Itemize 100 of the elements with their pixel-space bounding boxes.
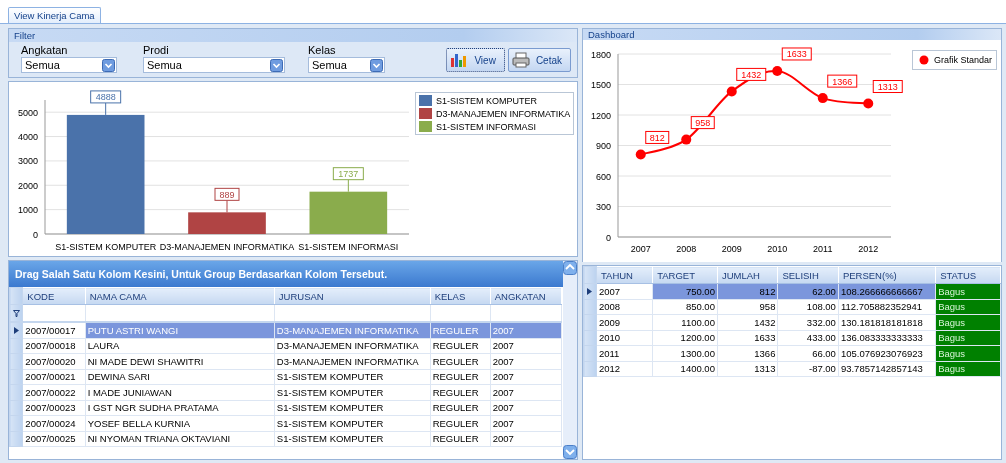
table-row[interactable]: 2007/00017 PUTU ASTRI WANGI D3-MANAJEMEN INFORMATIKA REGULER 2007 [9, 322, 562, 338]
table-cell: 130.181818181818 [838, 314, 936, 330]
column-header[interactable]: KODE [22, 287, 86, 305]
field-label: Kelas [308, 44, 337, 56]
table-cell: DEWINA SARI [85, 369, 275, 385]
chevron-down-icon[interactable] [370, 58, 383, 72]
table-row[interactable]: 2010 1200.00 1633 433.00 136.083333333333 Bagus [583, 330, 1001, 346]
table-cell: REGULER [430, 431, 491, 447]
table-row[interactable]: 2007/00022 I MADE JUNIAWAN S1-SISTEM KOMPUTER REGULER 2007 [9, 384, 562, 400]
row-pointer-icon [587, 287, 593, 295]
table-cell: 136.083333333333 [838, 330, 936, 346]
table-cell: 2007 [490, 384, 562, 400]
data-point [863, 98, 874, 109]
data-label: 958 [695, 118, 711, 129]
column-header[interactable]: KELAS [430, 287, 491, 305]
table-cell: YOSEF BELLA KURNIA [85, 415, 275, 431]
axis-label: S1-SISTEM KOMPUTER [55, 242, 157, 252]
table-cell: 2007/00018 [22, 338, 86, 354]
dropdown-field[interactable]: Semua [308, 57, 385, 73]
table-cell: REGULER [430, 400, 491, 416]
table-row[interactable]: 2007/00025 NI NYOMAN TRIANA OKTAVIANI S1-SISTEM KOMPUTER REGULER 2007 [9, 431, 562, 447]
axis-label: 3000 [17, 156, 38, 167]
table-row[interactable]: 2007 750.00 812 62.00 108.266666666667 Bagus [583, 283, 1001, 299]
data-label: 4888 [90, 90, 122, 116]
table-cell: 850.00 [652, 299, 718, 315]
axis-label: 2010 [767, 244, 788, 254]
view-button[interactable]: View [446, 48, 505, 72]
table-row[interactable]: 2012 1400.00 1313 -87.00 93.7857142857143 Bagus [583, 361, 1001, 377]
table-row[interactable]: 2007/00021 DEWINA SARI S1-SISTEM KOMPUTER REGULER 2007 [9, 369, 562, 385]
tab[interactable]: View Kinerja Cama [8, 7, 101, 23]
column-header[interactable]: TAHUN [596, 266, 653, 284]
table-cell: NI MADE DEWI SHAWITRI [85, 353, 275, 369]
data-label: 1633 [786, 49, 807, 60]
data-label: 889 [219, 189, 235, 200]
data-label: 1432 [736, 67, 767, 81]
table-row[interactable]: 2009 1100.00 1432 332.00 130.181818181818 Bagus [583, 314, 1001, 330]
table-cell: 93.7857142857143 [838, 361, 936, 377]
row-pointer-icon [13, 326, 19, 334]
axis-label: 1500 [590, 80, 611, 90]
field-label: Angkatan [21, 44, 69, 56]
table-row[interactable]: 2007/00020 NI MADE DEWI SHAWITRI D3-MANAJEMEN INFORMATIKA REGULER 2007 [9, 353, 562, 369]
dropdown-field[interactable]: Semua [143, 57, 285, 73]
table-row[interactable]: 2007/00024 YOSEF BELLA KURNIA S1-SISTEM KOMPUTER REGULER 2007 [9, 415, 562, 431]
data-label: 889 [214, 187, 240, 213]
column-header[interactable]: ANGKATAN [490, 287, 562, 305]
table-cell: 2007/00017 [22, 322, 86, 338]
table-cell: 2011 [596, 345, 653, 361]
table-cell: I GST NGR SUDHA PRATAMA [85, 400, 275, 416]
axis-label: 600 [595, 171, 611, 182]
axis-label: 5000 [17, 107, 38, 118]
table-cell: 2007 [490, 369, 562, 385]
axis-label: 1200 [590, 110, 611, 121]
axis-label: 0 [606, 232, 611, 243]
table-cell: S1-SISTEM KOMPUTER [274, 415, 431, 431]
column-header[interactable]: SELISIH [777, 266, 839, 284]
table-row[interactable]: 2007/00023 I GST NGR SUDHA PRATAMA S1-SISTEM KOMPUTER REGULER 2007 [9, 400, 562, 416]
table-cell: 1313 [717, 361, 778, 377]
column-header[interactable]: STATUS [935, 266, 1001, 284]
table-cell: 2007 [490, 353, 562, 369]
data-label: 958 [690, 116, 715, 130]
field-label: Prodi [143, 44, 170, 56]
filter-icon[interactable] [12, 309, 20, 317]
scroll-down-icon[interactable] [563, 445, 577, 459]
table-cell: 2007/00021 [22, 369, 86, 385]
table-cell: REGULER [430, 384, 491, 400]
table-row[interactable]: 2007/00018 LAURA D3-MANAJEMEN INFORMATIKA REGULER 2007 [9, 338, 562, 354]
table-cell: 2007/00020 [22, 353, 86, 369]
table-cell: 1633 [717, 330, 778, 346]
table-cell: 2010 [596, 330, 653, 346]
table-row[interactable]: 2008 850.00 958 108.00 112.705882352941 Bagus [583, 299, 1001, 315]
chevron-down-icon[interactable] [270, 58, 283, 72]
column-header[interactable]: TARGET [652, 266, 718, 284]
column-header[interactable]: JUMLAH [717, 266, 778, 284]
axis-label: 2000 [17, 180, 38, 191]
data-point [726, 86, 737, 97]
printer-icon [511, 52, 530, 68]
table-cell: 2008 [596, 299, 653, 315]
print-button[interactable]: Cetak [507, 48, 571, 72]
table-cell: 2012 [596, 361, 653, 377]
table-cell: NI NYOMAN TRIANA OKTAVIANI [85, 431, 275, 447]
bar-chart-icon [450, 52, 469, 68]
column-header[interactable]: PERSEN(%) [838, 266, 936, 284]
table-cell: 112.705882352941 [838, 299, 936, 315]
dropdown-field[interactable]: Semua [21, 57, 117, 73]
table-cell: 1100.00 [652, 314, 718, 330]
table-row[interactable]: 2011 1300.00 1366 66.00 105.076923076923 Bagus [583, 345, 1001, 361]
table-cell: 1300.00 [652, 345, 718, 361]
data-label: 1313 [872, 80, 903, 93]
axis-label: 2009 [721, 244, 742, 254]
scroll-up-icon[interactable] [563, 261, 577, 275]
axis-label: 2007 [630, 244, 651, 254]
column-header[interactable]: JURUSAN [274, 287, 431, 305]
table-cell: 2007 [490, 415, 562, 431]
column-header[interactable]: NAMA CAMA [85, 287, 275, 305]
table-cell: 1400.00 [652, 361, 718, 377]
table-cell: 2007/00024 [22, 415, 86, 431]
chevron-down-icon[interactable] [102, 58, 115, 72]
table-cell: S1-SISTEM KOMPUTER [274, 400, 431, 416]
table-cell: 1366 [717, 345, 778, 361]
table-cell: -87.00 [777, 361, 839, 377]
